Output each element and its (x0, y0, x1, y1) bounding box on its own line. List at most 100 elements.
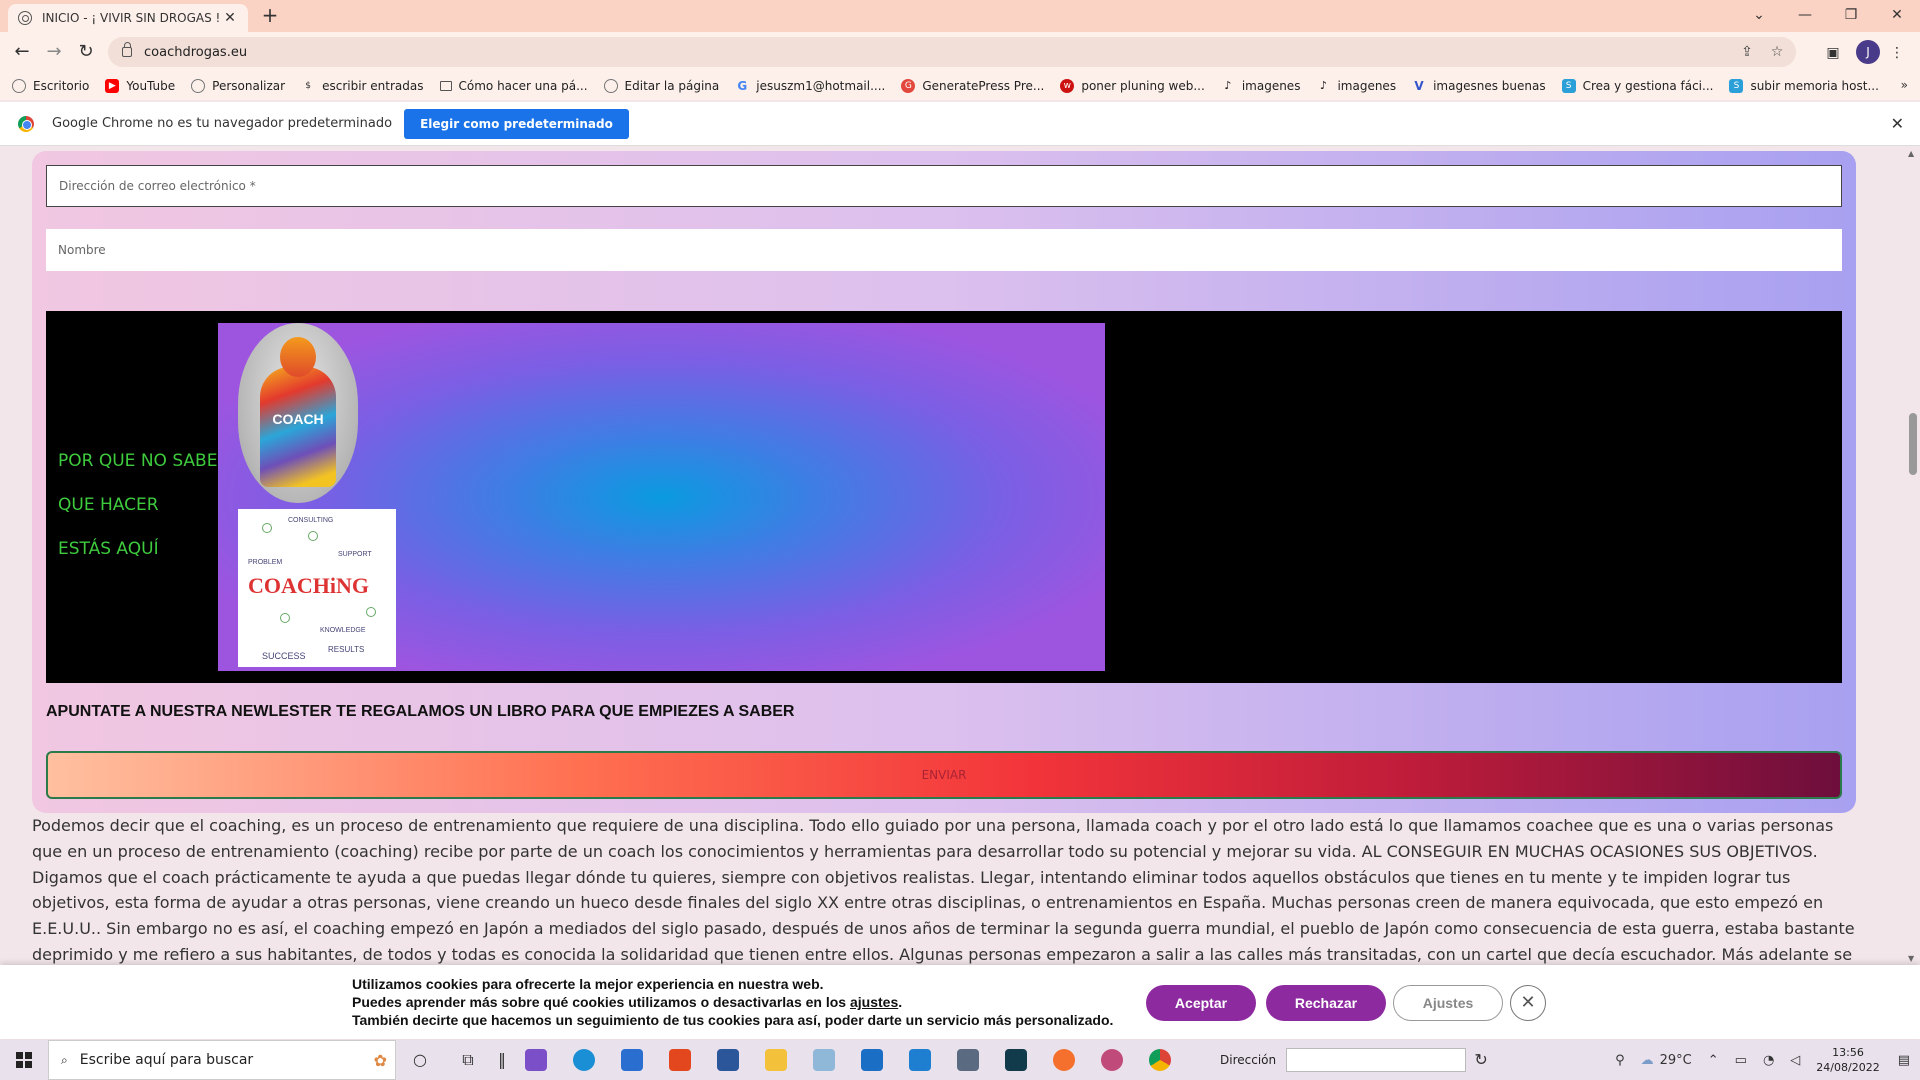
back-arrow-icon[interactable]: ← (10, 40, 34, 64)
calculator-icon[interactable] (944, 1040, 992, 1080)
coach-image: COACH (238, 323, 358, 503)
notification-icon[interactable]: ▤ (1898, 1053, 1910, 1068)
coaching-tag: KNOWLEDGE (320, 627, 366, 634)
office-icon[interactable] (656, 1040, 704, 1080)
bookmark-item[interactable]: Ssubir memoria host... (1729, 79, 1879, 93)
start-button[interactable] (0, 1040, 48, 1080)
bookmark-item[interactable]: Vimagesnes buenas (1412, 79, 1545, 93)
new-tab-button[interactable]: + (258, 4, 282, 28)
network-icon[interactable]: ◔ (1763, 1053, 1774, 1068)
coach-figure-head (280, 337, 316, 377)
submit-button[interactable]: ENVIAR (46, 751, 1842, 799)
cookie-line: Puedes aprender más sobre qué cookies ut… (352, 994, 903, 1010)
generatepress-icon: G (901, 79, 916, 93)
bookmark-item[interactable]: Editar la página (603, 79, 719, 93)
bookmark-item[interactable]: $ escribir entradas (301, 79, 423, 93)
people-icon[interactable]: ⚲ (1615, 1053, 1625, 1068)
volume-icon[interactable]: ◁ (1790, 1053, 1800, 1068)
task-view-icon[interactable]: ⧉ (444, 1040, 492, 1080)
tab-search-chevron-icon[interactable]: ⌄ (1736, 2, 1782, 28)
cortana-icon[interactable]: ○ (396, 1040, 444, 1080)
tray-expand-icon[interactable]: ⌃ (1708, 1053, 1719, 1068)
forward-arrow-icon[interactable]: → (42, 40, 66, 64)
bookmark-item[interactable]: ♪ imagenes (1316, 79, 1396, 93)
scrollbar-thumb[interactable] (1909, 413, 1917, 475)
refresh-icon[interactable]: ↻ (1466, 1040, 1496, 1080)
url-text[interactable]: coachdrogas.eu (144, 45, 1736, 60)
snipping-tool-icon[interactable] (1088, 1040, 1136, 1080)
coach-figure-body (260, 367, 336, 487)
side-panel-icon[interactable]: ▣ (1822, 42, 1844, 64)
promo-banner: POR QUE NO SABES QUE HACER ESTÁS AQUÍ CO… (46, 311, 1842, 683)
restore-button[interactable]: ❐ (1828, 2, 1874, 28)
globe-icon (12, 79, 26, 93)
windows-logo-icon (16, 1052, 32, 1068)
bookmark-item[interactable]: w poner pluning web... (1060, 79, 1205, 93)
share-icon[interactable]: ⇪ (1736, 44, 1758, 60)
firefox-icon[interactable] (1040, 1040, 1088, 1080)
profile-avatar[interactable]: J (1856, 40, 1880, 64)
bookmark-item[interactable]: Escritorio (12, 79, 89, 93)
store-icon[interactable] (608, 1040, 656, 1080)
dollar-icon: $ (305, 81, 311, 91)
infobar-close-icon[interactable]: ✕ (1891, 114, 1904, 133)
bookmarks-overflow-icon[interactable]: » (1901, 78, 1908, 92)
menu-kebab-icon[interactable]: ⋮ (1886, 42, 1908, 64)
reload-icon[interactable]: ↻ (74, 40, 98, 64)
tiktok-icon: ♪ (1224, 79, 1232, 92)
address-bar[interactable]: coachdrogas.eu ⇪ ☆ (108, 37, 1796, 67)
window-close-button[interactable]: ✕ (1874, 2, 1920, 28)
edge-icon[interactable] (560, 1040, 608, 1080)
video-app-icon[interactable] (512, 1040, 560, 1080)
address-toolbar-input[interactable] (1286, 1048, 1467, 1072)
tab-close-icon[interactable]: ✕ (222, 10, 238, 26)
reject-cookies-button[interactable]: Rechazar (1266, 985, 1386, 1021)
bookmark-star-icon[interactable]: ☆ (1766, 44, 1788, 60)
terminal-icon[interactable] (992, 1040, 1040, 1080)
windows-taskbar: ⌕ Escribe aquí para buscar ✿ ○ ⧉ ‖ Direc… (0, 1040, 1920, 1080)
email-field[interactable]: Dirección de correo electrónico * (46, 165, 1842, 207)
cookie-close-icon[interactable]: ✕ (1510, 985, 1546, 1021)
set-default-button[interactable]: Elegir como predeterminado (404, 108, 629, 139)
bookmark-item[interactable]: Gjesuszm1@hotmail.... (735, 79, 885, 93)
weather-cloud-icon[interactable]: ☁ (1641, 1053, 1654, 1068)
name-field[interactable]: Nombre (46, 229, 1842, 271)
bookmark-item[interactable]: Cómo hacer una pá... (439, 79, 588, 93)
tab-title: INICIO - ¡ VIVIR SIN DROGAS ! (42, 11, 221, 25)
accept-cookies-button[interactable]: Aceptar (1146, 985, 1256, 1021)
battery-icon[interactable]: ▭ (1735, 1053, 1747, 1068)
chrome-icon[interactable] (1136, 1040, 1184, 1080)
browser-tab[interactable]: INICIO - ¡ VIVIR SIN DROGAS ! ✕ (8, 4, 248, 32)
article-paragraph: Podemos decir que el coaching, es un pro… (32, 816, 1855, 964)
coach-label: COACH (272, 411, 324, 427)
lock-icon[interactable] (122, 42, 132, 57)
bookmark-item[interactable]: ▶ YouTube (105, 79, 175, 93)
page-scrollbar[interactable]: ▲ ▼ (1906, 147, 1920, 965)
coaching-image: CONSULTING PROBLEM SUPPORT COACHiNG KNOW… (238, 509, 396, 667)
browser-toolbar: ← → ↻ coachdrogas.eu ⇪ ☆ ▣ J ⋮ (0, 32, 1920, 72)
cookie-settings-link[interactable]: ajustes (850, 994, 898, 1010)
system-tray: ⚲ ☁ 29°C ⌃ ▭ ◔ ◁ 13:56 24/08/2022 ▤ (1615, 1040, 1920, 1080)
vscode-icon[interactable] (896, 1040, 944, 1080)
temperature-text[interactable]: 29°C (1660, 1053, 1692, 1068)
word-icon[interactable] (704, 1040, 752, 1080)
coaching-tag: PROBLEM (248, 559, 283, 566)
file-explorer-icon[interactable] (752, 1040, 800, 1080)
cookie-settings-button[interactable]: Ajustes (1393, 985, 1503, 1021)
scroll-up-icon[interactable]: ▲ (1908, 149, 1914, 158)
bookmark-item[interactable]: G GeneratePress Pre... (901, 79, 1044, 93)
page-viewport: Dirección de correo electrónico * Nombre… (0, 147, 1920, 965)
app-icon[interactable] (800, 1040, 848, 1080)
s-icon: S (1561, 79, 1576, 93)
bookmark-item[interactable]: ♪ imagenes (1221, 79, 1300, 93)
system-clock[interactable]: 13:56 24/08/2022 (1816, 1045, 1879, 1075)
mail-icon[interactable] (848, 1040, 896, 1080)
stick-figure-icon (262, 523, 272, 533)
coaching-title: COACHiNG (248, 573, 369, 598)
bookmark-item[interactable]: Personalizar (191, 79, 285, 93)
bookmark-item[interactable]: S Crea y gestiona fáci... (1561, 79, 1713, 93)
taskbar-search[interactable]: ⌕ Escribe aquí para buscar ✿ (48, 1040, 396, 1080)
scroll-down-icon[interactable]: ▼ (1908, 954, 1914, 963)
site-favicon-icon (18, 11, 32, 25)
minimize-button[interactable]: — (1782, 2, 1828, 28)
